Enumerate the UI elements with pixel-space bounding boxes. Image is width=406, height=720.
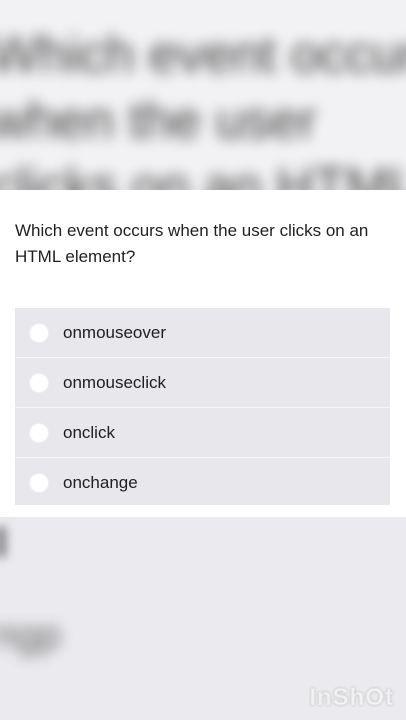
blurred-question-text: Which event occurs when the user clicks … <box>0 26 406 190</box>
option-onmouseclick[interactable]: onmouseclick <box>15 358 390 408</box>
watermark-logo: InShOt <box>309 684 394 711</box>
question-text: Which event occurs when the user clicks … <box>15 221 369 266</box>
blurred-bottom-text: ngp <box>0 613 61 657</box>
option-label: onmouseclick <box>63 372 166 392</box>
radio-button[interactable] <box>30 423 48 442</box>
option-onchange[interactable]: onchange <box>15 458 390 507</box>
option-onmouseover[interactable]: onmouseover <box>15 308 390 358</box>
radio-button[interactable] <box>30 323 48 342</box>
radio-button[interactable] <box>30 473 48 492</box>
radio-button[interactable] <box>30 373 48 392</box>
option-label: onchange <box>63 472 138 492</box>
blurred-background-top: Which event occurs when the user clicks … <box>0 0 406 190</box>
option-label: onclick <box>63 422 115 442</box>
option-onclick[interactable]: onclick <box>15 408 390 458</box>
options-list: onmouseover onmouseclick onclick onchang… <box>15 308 390 505</box>
blurred-mark <box>0 527 6 557</box>
option-label: onmouseover <box>63 322 167 342</box>
